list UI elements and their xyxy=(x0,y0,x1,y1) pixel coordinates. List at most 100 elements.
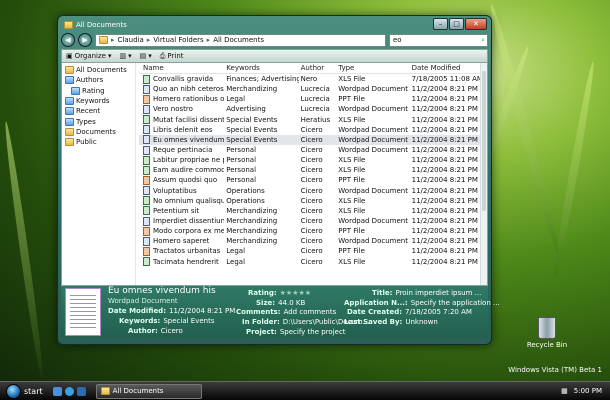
details-application[interactable]: Specify the application ... xyxy=(411,299,500,307)
details-author[interactable]: Cicero xyxy=(161,327,183,335)
details-project[interactable]: Specify the project xyxy=(280,328,346,336)
network-icon[interactable]: ▦ xyxy=(561,387,568,395)
table-row[interactable]: Voluptatibus Operations Cicero Wordpad Docu… xyxy=(139,186,481,196)
column-header-name[interactable]: Name xyxy=(139,64,224,72)
file-name-cell: Voluptatibus xyxy=(139,186,224,196)
table-row[interactable]: Eu omnes vivendum hisSpecial Events Cicer… xyxy=(139,134,481,145)
file-name: Tractatos urbanitas xyxy=(153,247,221,256)
address-bar[interactable]: ▸ Claudia ▸ Virtual Folders ▸ All Docume… xyxy=(95,33,386,47)
forward-button[interactable]: ▶ xyxy=(78,33,92,47)
details-file-type: Wordpad Document xyxy=(108,297,178,305)
folder-icon xyxy=(64,21,73,29)
start-button[interactable]: start xyxy=(0,383,43,399)
breadcrumb-virtual-folders[interactable]: Virtual Folders xyxy=(153,36,203,44)
file-author: Cicero xyxy=(300,247,323,256)
column-header-author[interactable]: Author xyxy=(299,64,337,72)
views-button[interactable]: ▥ ▾ xyxy=(120,52,132,60)
layout-button[interactable]: ▤ ▾ xyxy=(140,52,152,60)
file-name: Voluptatibus xyxy=(153,186,197,195)
file-type-icon xyxy=(143,125,150,135)
breadcrumb-all-documents[interactable]: All Documents xyxy=(213,36,264,44)
file-date-modified: 7/18/2005 11:08 AM xyxy=(411,75,481,84)
file-type: Wordpad Document xyxy=(338,186,408,195)
organize-icon: ▣ xyxy=(66,52,73,60)
explorer-window[interactable]: All Documents – □ ✕ ◀ ▶ ▸ Claudia ▸ Virt… xyxy=(57,15,500,345)
internet-explorer-icon[interactable] xyxy=(64,386,74,396)
details-title[interactable]: Proin imperdiet ipsum ... xyxy=(395,289,481,297)
nav-item-label: Rating xyxy=(82,86,105,95)
table-row[interactable]: Libris delenit eos Special Events Cicero Wo… xyxy=(139,125,481,135)
table-row[interactable]: Reque pertinacia Personal Cicero Wordpad Do… xyxy=(139,145,481,155)
nav-item-label: Keywords xyxy=(76,97,110,106)
show-desktop-icon[interactable] xyxy=(52,386,62,396)
file-author: Cicero xyxy=(300,206,323,215)
print-button[interactable]: ⎙ Print xyxy=(160,52,184,61)
table-row[interactable]: Quo an nibh ceteros Merchandizing Lucrecia… xyxy=(139,84,481,94)
vertical-scrollbar[interactable] xyxy=(480,63,487,285)
close-button[interactable]: ✕ xyxy=(465,18,487,30)
table-row[interactable]: Eam audire commodo Personal Cicero XLS File… xyxy=(139,165,481,175)
taskbar-button-all-documents[interactable]: All Documents xyxy=(95,383,202,399)
file-author: Cicero xyxy=(300,196,323,205)
table-row[interactable]: Homero saperet Merchandizing Cicero Wordpad… xyxy=(139,236,481,246)
grass-decoration xyxy=(1,120,47,380)
details-label: Comments: xyxy=(236,308,281,316)
organize-button[interactable]: ▣ Organize ▾ xyxy=(66,52,112,60)
nav-item-documents[interactable]: Documents xyxy=(62,127,135,137)
file-type-icon xyxy=(143,155,150,165)
file-author: Cicero xyxy=(300,156,323,165)
column-header-keywords[interactable]: Keywords xyxy=(224,64,298,72)
window-titlebar[interactable]: All Documents xyxy=(64,19,431,31)
column-header-date-modified[interactable]: Date Modified xyxy=(410,64,481,72)
clock[interactable]: 5:00 PM xyxy=(574,387,602,395)
table-row[interactable]: Labitur propriae ne perPersonal Cicero XLS… xyxy=(139,155,481,165)
table-row[interactable]: Imperdiet dissentiunt Merchandizing Cicero… xyxy=(139,216,481,226)
maximize-button[interactable]: □ xyxy=(449,18,464,30)
file-name: Imperdiet dissentiunt xyxy=(153,217,225,226)
search-box[interactable]: eo ⌕ xyxy=(389,33,488,47)
table-row[interactable]: Homero rationibus omi...Legal Lucrecia PPT… xyxy=(139,94,481,104)
nav-item-rating[interactable]: Rating xyxy=(62,86,135,96)
table-row[interactable]: Tractatos urbanitas Legal Cicero PPT File 11… xyxy=(139,246,481,256)
back-button[interactable]: ◀ xyxy=(61,33,75,47)
file-rows: Convallis gravida Finances; Advertising Ne… xyxy=(139,74,481,267)
media-player-icon[interactable] xyxy=(76,386,86,396)
breadcrumb-claudia[interactable]: Claudia xyxy=(118,36,144,44)
column-header-type[interactable]: Type xyxy=(336,64,409,72)
file-type: Wordpad Document xyxy=(338,217,408,226)
search-icon[interactable]: ⌕ xyxy=(481,36,485,45)
table-row[interactable]: Modo corpora ex mei Merchandizing Cicero PP… xyxy=(139,226,481,236)
nav-item-authors[interactable]: Authors xyxy=(62,75,135,85)
file-author: Cicero xyxy=(300,186,323,195)
details-comments[interactable]: Add comments xyxy=(284,308,337,316)
file-type: XLS File xyxy=(338,257,366,266)
file-keywords: Merchandizing xyxy=(226,237,278,246)
nav-item-all-documents[interactable]: All Documents xyxy=(62,65,135,75)
scrollbar-thumb[interactable] xyxy=(482,71,486,211)
nav-item-keywords[interactable]: Keywords xyxy=(62,96,135,106)
minimize-button[interactable]: – xyxy=(433,18,448,30)
table-row[interactable]: Vero nostro Advertising Lucrecia Wordpad Do… xyxy=(139,104,481,114)
rating-stars[interactable]: ★★★★★ xyxy=(280,289,311,297)
table-row[interactable]: Petentium sit Merchandizing Cicero XLS File… xyxy=(139,206,481,216)
table-row[interactable]: No omnium qualisque ...Operations Cicero X… xyxy=(139,196,481,206)
details-date-modified[interactable]: 11/2/2004 8:21 PM xyxy=(169,307,235,315)
file-name-cell: Tacimata hendrerit xyxy=(139,257,224,267)
table-row[interactable]: Mutat facilisi dissentiuntSpecial Events… xyxy=(139,115,481,125)
search-input[interactable]: eo xyxy=(393,36,402,44)
file-keywords: Special Events xyxy=(226,125,278,134)
nav-item-recent[interactable]: Recent xyxy=(62,106,135,116)
details-keywords[interactable]: Special Events xyxy=(163,317,214,325)
navigation-pane: All Documents Authors Rating Keywords Recent… xyxy=(62,63,136,285)
file-name-cell: Labitur propriae ne per xyxy=(139,155,224,165)
recycle-bin[interactable]: Recycle Bin xyxy=(526,317,568,349)
file-type: PPT File xyxy=(338,176,365,185)
file-name-cell: Homero rationibus omi... xyxy=(139,94,224,104)
table-row[interactable]: Tacimata hendrerit Legal Cicero XLS File 11/… xyxy=(139,257,481,267)
nav-item-types[interactable]: Types xyxy=(62,116,135,126)
file-type: Wordpad Document xyxy=(338,105,408,114)
table-row[interactable]: Convallis gravida Finances; Advertising Ne… xyxy=(139,74,481,84)
table-row[interactable]: Assum quodsi quo Personal Cicero PPT File 11… xyxy=(139,175,481,185)
nav-item-label: Types xyxy=(76,117,96,126)
nav-item-public[interactable]: Public xyxy=(62,137,135,147)
